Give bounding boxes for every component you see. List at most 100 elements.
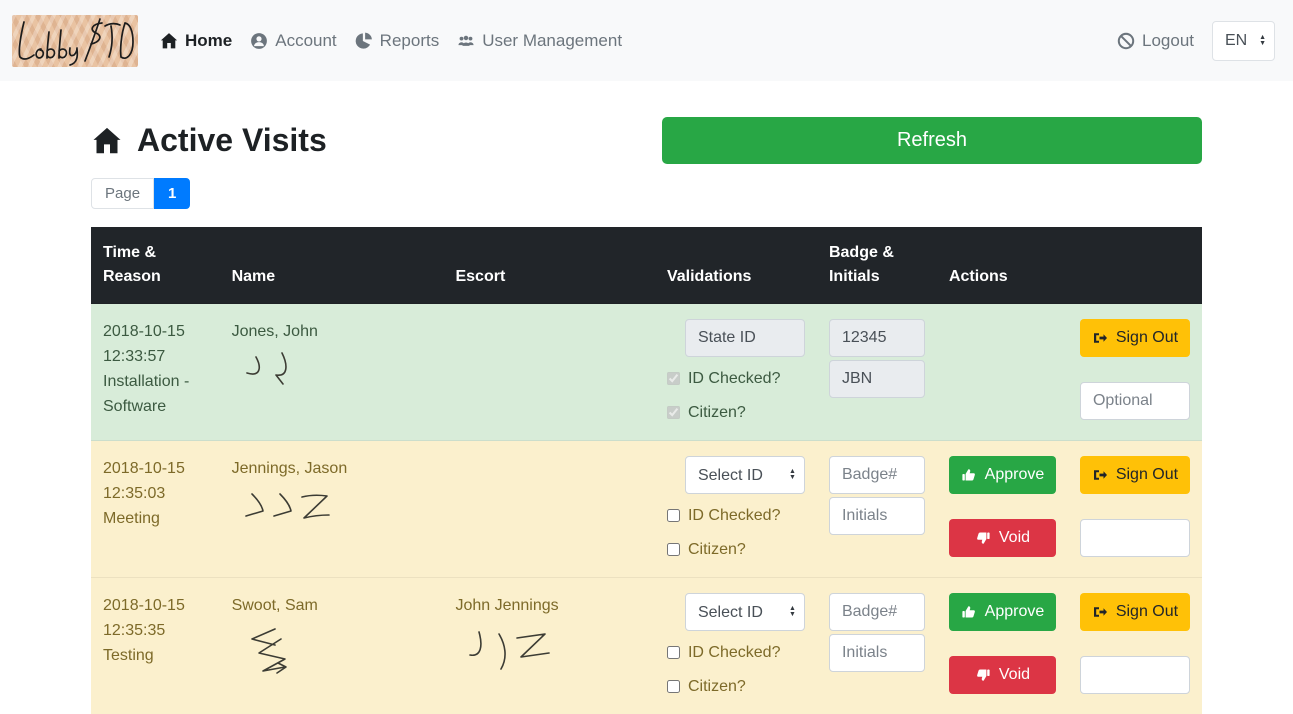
validations-cell: ID Checked? Citizen? bbox=[655, 304, 817, 441]
badge-initials-cell bbox=[817, 578, 937, 714]
nav-item-label: Home bbox=[185, 31, 232, 51]
time-reason-cell: 2018-10-15 12:35:03 Meeting bbox=[91, 441, 220, 578]
sign-out-button[interactable]: Sign Out bbox=[1080, 593, 1190, 631]
col-header-badge-initials: Badge & Initials bbox=[817, 227, 937, 304]
visitor-name: Jennings, Jason bbox=[232, 456, 432, 481]
nav-item-account[interactable]: Account bbox=[250, 31, 336, 51]
time-reason-cell: 2018-10-15 12:33:57 Installation - Softw… bbox=[91, 304, 220, 441]
brand-logo-handwriting bbox=[12, 15, 138, 67]
thumbs-up-icon bbox=[961, 467, 977, 483]
main-content: Active Visits Refresh Page 1 Time & Reas… bbox=[91, 117, 1202, 714]
col-header-validations: Validations bbox=[655, 227, 817, 304]
col-header-time-reason: Time & Reason bbox=[91, 227, 220, 304]
id-select[interactable]: Select ID bbox=[685, 456, 805, 494]
home-icon bbox=[160, 32, 178, 50]
escort-cell bbox=[443, 304, 655, 441]
citizen-row: Citizen? bbox=[667, 537, 805, 562]
visit-date: 2018-10-15 bbox=[103, 319, 208, 344]
top-navbar: Home Account Reports User Management bbox=[0, 0, 1293, 81]
citizen-checkbox bbox=[667, 406, 680, 419]
id-checked-row: ID Checked? bbox=[667, 366, 805, 391]
sign-out-button[interactable]: Sign Out bbox=[1080, 319, 1190, 357]
pie-chart-icon bbox=[355, 32, 373, 50]
language-select[interactable]: EN bbox=[1212, 21, 1275, 61]
validations-cell: Select ID ▲▼ ID Checked? Citizen? bbox=[655, 441, 817, 578]
citizen-checkbox[interactable] bbox=[667, 680, 680, 693]
actions-cell: Sign Out bbox=[937, 304, 1202, 441]
ban-icon bbox=[1117, 32, 1135, 50]
sign-out-label: Sign Out bbox=[1116, 603, 1178, 621]
pagination: Page 1 bbox=[91, 178, 190, 209]
badge-field bbox=[829, 319, 925, 357]
actions-cell: Approve Sign Out bbox=[937, 441, 1202, 578]
optional-input[interactable] bbox=[1080, 382, 1190, 420]
visit-date: 2018-10-15 bbox=[103, 593, 208, 618]
users-icon bbox=[457, 32, 475, 50]
id-checked-row: ID Checked? bbox=[667, 640, 805, 665]
void-button[interactable]: Void bbox=[949, 519, 1056, 557]
id-checked-row: ID Checked? bbox=[667, 503, 805, 528]
page-title-wrap: Active Visits bbox=[91, 122, 327, 159]
visit-row: 2018-10-15 12:35:03 Meeting Jennings, Ja… bbox=[91, 441, 1202, 578]
visit-time: 12:33:57 bbox=[103, 344, 208, 369]
sign-out-icon bbox=[1092, 467, 1108, 483]
visitor-signature bbox=[240, 622, 330, 680]
spacer bbox=[949, 319, 1056, 357]
initials-input[interactable] bbox=[829, 634, 925, 672]
citizen-row: Citizen? bbox=[667, 400, 805, 425]
escort-cell bbox=[443, 441, 655, 578]
approve-label: Approve bbox=[985, 466, 1045, 484]
visit-reason: Installation - Software bbox=[103, 369, 208, 419]
escort-signature bbox=[463, 622, 573, 682]
initials-input[interactable] bbox=[829, 497, 925, 535]
col-header-escort: Escort bbox=[443, 227, 655, 304]
page-header: Active Visits Refresh bbox=[91, 117, 1202, 164]
escort-name: John Jennings bbox=[455, 593, 643, 618]
nav-item-label: Reports bbox=[380, 31, 440, 51]
id-checked-checkbox[interactable] bbox=[667, 509, 680, 522]
id-checked-label: ID Checked? bbox=[688, 503, 781, 528]
citizen-checkbox[interactable] bbox=[667, 543, 680, 556]
nav-item-label: Account bbox=[275, 31, 336, 51]
pagination-page-1[interactable]: 1 bbox=[154, 178, 190, 209]
id-select-wrap: Select ID ▲▼ bbox=[667, 467, 805, 484]
nav-item-user-management[interactable]: User Management bbox=[457, 31, 622, 51]
citizen-label: Citizen? bbox=[688, 537, 746, 562]
void-label: Void bbox=[999, 666, 1030, 684]
sign-out-button[interactable]: Sign Out bbox=[1080, 456, 1190, 494]
id-type-field bbox=[685, 319, 805, 357]
id-checked-checkbox[interactable] bbox=[667, 646, 680, 659]
id-select[interactable]: Select ID bbox=[685, 593, 805, 631]
badge-initials-cell bbox=[817, 441, 937, 578]
home-icon bbox=[91, 126, 123, 156]
refresh-button[interactable]: Refresh bbox=[662, 117, 1202, 164]
id-select-wrap: Select ID ▲▼ bbox=[667, 604, 805, 621]
page-title: Active Visits bbox=[137, 122, 327, 159]
col-header-actions: Actions bbox=[937, 227, 1202, 304]
spacer bbox=[949, 382, 1056, 420]
citizen-label: Citizen? bbox=[688, 400, 746, 425]
approve-button[interactable]: Approve bbox=[949, 593, 1056, 631]
visit-time: 12:35:35 bbox=[103, 618, 208, 643]
id-checked-checkbox bbox=[667, 372, 680, 385]
visit-reason: Testing bbox=[103, 643, 208, 668]
optional-input[interactable] bbox=[1080, 656, 1190, 694]
badge-input[interactable] bbox=[829, 456, 925, 494]
active-visits-table: Time & Reason Name Escort Validations Ba… bbox=[91, 227, 1202, 714]
badge-input[interactable] bbox=[829, 593, 925, 631]
nav-item-home[interactable]: Home bbox=[160, 31, 232, 51]
pagination-label[interactable]: Page bbox=[91, 178, 154, 209]
approve-button[interactable]: Approve bbox=[949, 456, 1056, 494]
citizen-label: Citizen? bbox=[688, 674, 746, 699]
actions-cell: Approve Sign Out bbox=[937, 578, 1202, 714]
optional-input[interactable] bbox=[1080, 519, 1190, 557]
void-button[interactable]: Void bbox=[949, 656, 1056, 694]
nav-item-reports[interactable]: Reports bbox=[355, 31, 440, 51]
citizen-row: Citizen? bbox=[667, 674, 805, 699]
time-reason-cell: 2018-10-15 12:35:35 Testing bbox=[91, 578, 220, 714]
name-cell: Jennings, Jason bbox=[220, 441, 444, 578]
brand-logo[interactable] bbox=[12, 15, 138, 67]
nav-item-label: User Management bbox=[482, 31, 622, 51]
logout-link[interactable]: Logout bbox=[1117, 31, 1194, 51]
visit-time: 12:35:03 bbox=[103, 481, 208, 506]
